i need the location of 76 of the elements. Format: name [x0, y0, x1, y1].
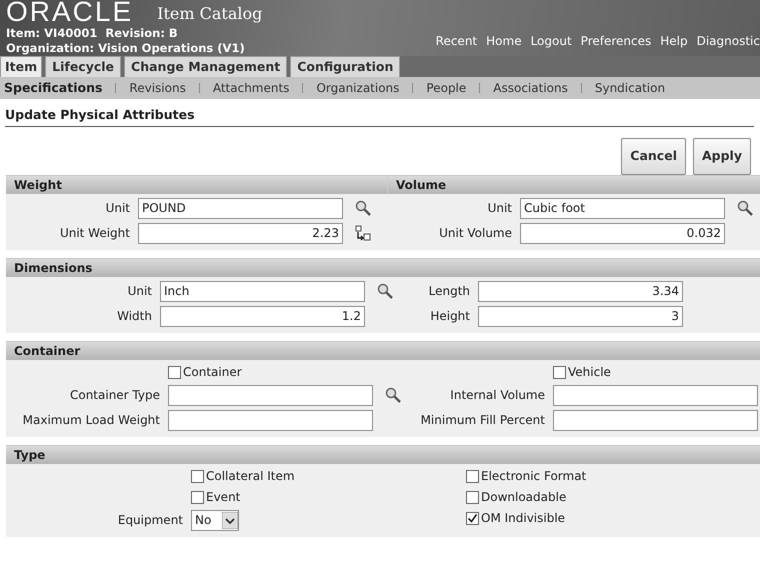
global-link[interactable]: Recent: [436, 32, 478, 50]
global-link[interactable]: Preferences: [580, 32, 652, 50]
global-link[interactable]: Diagnostic: [696, 32, 760, 50]
field-label: Unit Volume: [438, 224, 513, 242]
checkbox-label[interactable]: Collateral Item: [206, 467, 295, 486]
input-field[interactable]: Inch: [160, 280, 365, 302]
section-title: Dimensions: [13, 260, 92, 277]
item-info: Item: VI40001 Revision: B: [6, 26, 178, 41]
checkbox-box[interactable]: [466, 490, 479, 504]
search-icon[interactable]: [385, 387, 401, 404]
search-icon[interactable]: [377, 283, 393, 300]
input-field[interactable]: [168, 384, 373, 406]
field-label: Unit Weight: [58, 224, 131, 242]
checkbox-label[interactable]: Electronic Format: [481, 467, 586, 486]
checkbox-label[interactable]: Event: [206, 488, 240, 506]
field-label: Internal Volume: [449, 386, 546, 404]
select-field[interactable]: No: [191, 510, 239, 531]
checkbox-box[interactable]: [168, 366, 181, 379]
select-value: No: [195, 512, 212, 530]
subtab[interactable]: Specifications: [4, 78, 102, 98]
global-link[interactable]: Home: [486, 32, 522, 50]
form-button[interactable]: Apply: [692, 138, 751, 175]
field-label: Unit: [104, 200, 131, 217]
input-field[interactable]: 1.2: [160, 306, 365, 327]
page-title: Update Physical Attributes: [5, 106, 754, 127]
subtab[interactable]: Associations: [493, 79, 568, 97]
subtab[interactable]: Revisions: [129, 79, 186, 97]
checkbox-label[interactable]: Downloadable: [481, 488, 566, 506]
input-field[interactable]: POUND: [138, 198, 343, 219]
section-title: Type: [13, 446, 46, 464]
subtab[interactable]: Syndication: [594, 79, 666, 97]
subtab[interactable]: Organizations: [316, 79, 400, 97]
section-title: Volume: [395, 176, 446, 194]
input-field[interactable]: 0.032: [520, 222, 725, 244]
checkbox-box[interactable]: [191, 490, 204, 504]
field-label: Unit: [486, 200, 513, 217]
subtab[interactable]: People: [426, 79, 466, 97]
dropdown-arrow-icon[interactable]: [222, 512, 238, 529]
checkbox-box[interactable]: [466, 470, 479, 483]
field-label: Unit: [126, 282, 153, 300]
field-label: Equipment: [116, 512, 184, 529]
field-label: Height: [429, 308, 471, 325]
field-label: Length: [428, 282, 471, 300]
global-link[interactable]: Help: [660, 32, 688, 50]
global-link[interactable]: Logout: [530, 32, 572, 50]
conversion-icon[interactable]: [355, 225, 371, 242]
organization-info: Organization: Vision Operations (V1): [6, 41, 245, 56]
checkbox-box[interactable]: [191, 470, 204, 483]
section-title: Container: [13, 342, 80, 360]
checkbox-label[interactable]: OM Indivisible: [481, 509, 566, 528]
field-label: Width: [116, 308, 153, 325]
field-label: Container Type: [68, 386, 161, 404]
search-icon[interactable]: [355, 200, 371, 216]
input-field[interactable]: 3: [478, 306, 683, 327]
input-field[interactable]: Cubic foot: [520, 198, 725, 219]
field-label: Maximum Load Weight: [22, 412, 161, 429]
tab[interactable]: Configuration: [290, 56, 400, 77]
tab[interactable]: Item: [0, 56, 42, 77]
logo-text: ORACLE: [5, 0, 134, 24]
search-icon[interactable]: [737, 200, 753, 216]
checkbox-label[interactable]: Container: [183, 363, 242, 382]
input-field[interactable]: 3.34: [478, 280, 683, 302]
input-field[interactable]: [553, 410, 758, 431]
input-field[interactable]: [553, 384, 758, 406]
checkbox-label[interactable]: Vehicle: [568, 363, 611, 382]
section-title: Weight: [6, 176, 388, 194]
app-title: Item Catalog: [157, 3, 262, 25]
checkbox-box[interactable]: [553, 366, 566, 379]
form-button[interactable]: Cancel: [621, 138, 686, 175]
checkbox-box[interactable]: [466, 512, 479, 525]
tab[interactable]: Lifecycle: [45, 56, 122, 77]
tab[interactable]: Change Management: [124, 56, 288, 77]
input-field[interactable]: [168, 410, 373, 431]
field-label: Minimum Fill Percent: [420, 412, 546, 429]
subtab[interactable]: Attachments: [212, 79, 290, 97]
input-field[interactable]: 2.23: [138, 222, 343, 244]
